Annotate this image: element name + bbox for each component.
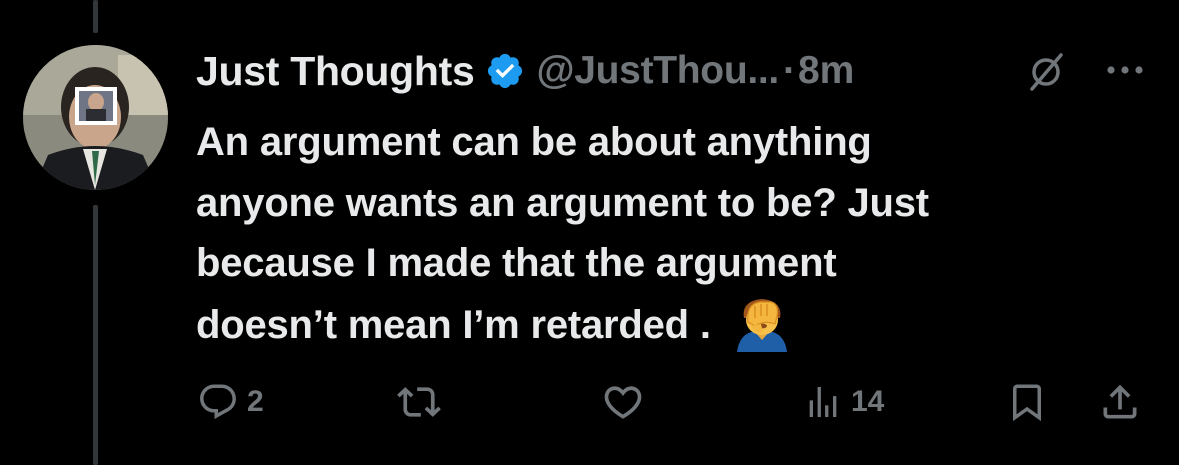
views-count: 14 <box>851 385 885 418</box>
grok-icon[interactable] <box>1026 52 1066 92</box>
like-button[interactable] <box>601 372 645 432</box>
bookmark-icon <box>1013 384 1041 422</box>
bookmark-button[interactable] <box>1006 372 1048 432</box>
views-button[interactable]: 14 <box>803 372 884 432</box>
retweet-icon <box>397 387 441 417</box>
like-icon <box>604 386 642 419</box>
share-icon <box>1103 384 1137 419</box>
tweet-text-line-last: doesn’t mean I’m retarded . <box>196 294 1136 356</box>
reply-count: 2 <box>247 385 264 418</box>
thread-line-top <box>93 0 98 33</box>
tweet-text-line: anyone wants an argument to be? Just <box>196 180 929 225</box>
reply-icon <box>200 384 236 419</box>
views-icon <box>809 387 837 417</box>
separator-dot: · <box>782 49 796 92</box>
user-handle[interactable]: @JustThou... <box>537 49 780 93</box>
avatar-image <box>23 45 168 190</box>
tweet-text-line: because I made that the argument <box>196 241 837 285</box>
retweet-button[interactable] <box>397 372 441 432</box>
tweet-text-line-content: doesn’t mean I’m retarded . <box>196 302 711 347</box>
tweet-actions: 2 14 <box>0 372 1179 432</box>
tweet-text: An argument can be about anything anyone… <box>196 112 1136 355</box>
timestamp[interactable]: 8m <box>798 49 854 93</box>
more-icon[interactable] <box>1103 60 1147 80</box>
tweet-text-line: An argument can be about anything <box>196 120 872 164</box>
verified-badge-icon <box>487 53 522 89</box>
tweet-header: Just Thoughts @JustThou... · 8m <box>196 46 1156 96</box>
display-name[interactable]: Just Thoughts <box>196 48 475 95</box>
avatar[interactable] <box>23 45 168 190</box>
reply-button[interactable]: 2 <box>197 372 264 432</box>
share-button[interactable] <box>1098 372 1142 432</box>
face-palm-emoji <box>736 298 787 352</box>
